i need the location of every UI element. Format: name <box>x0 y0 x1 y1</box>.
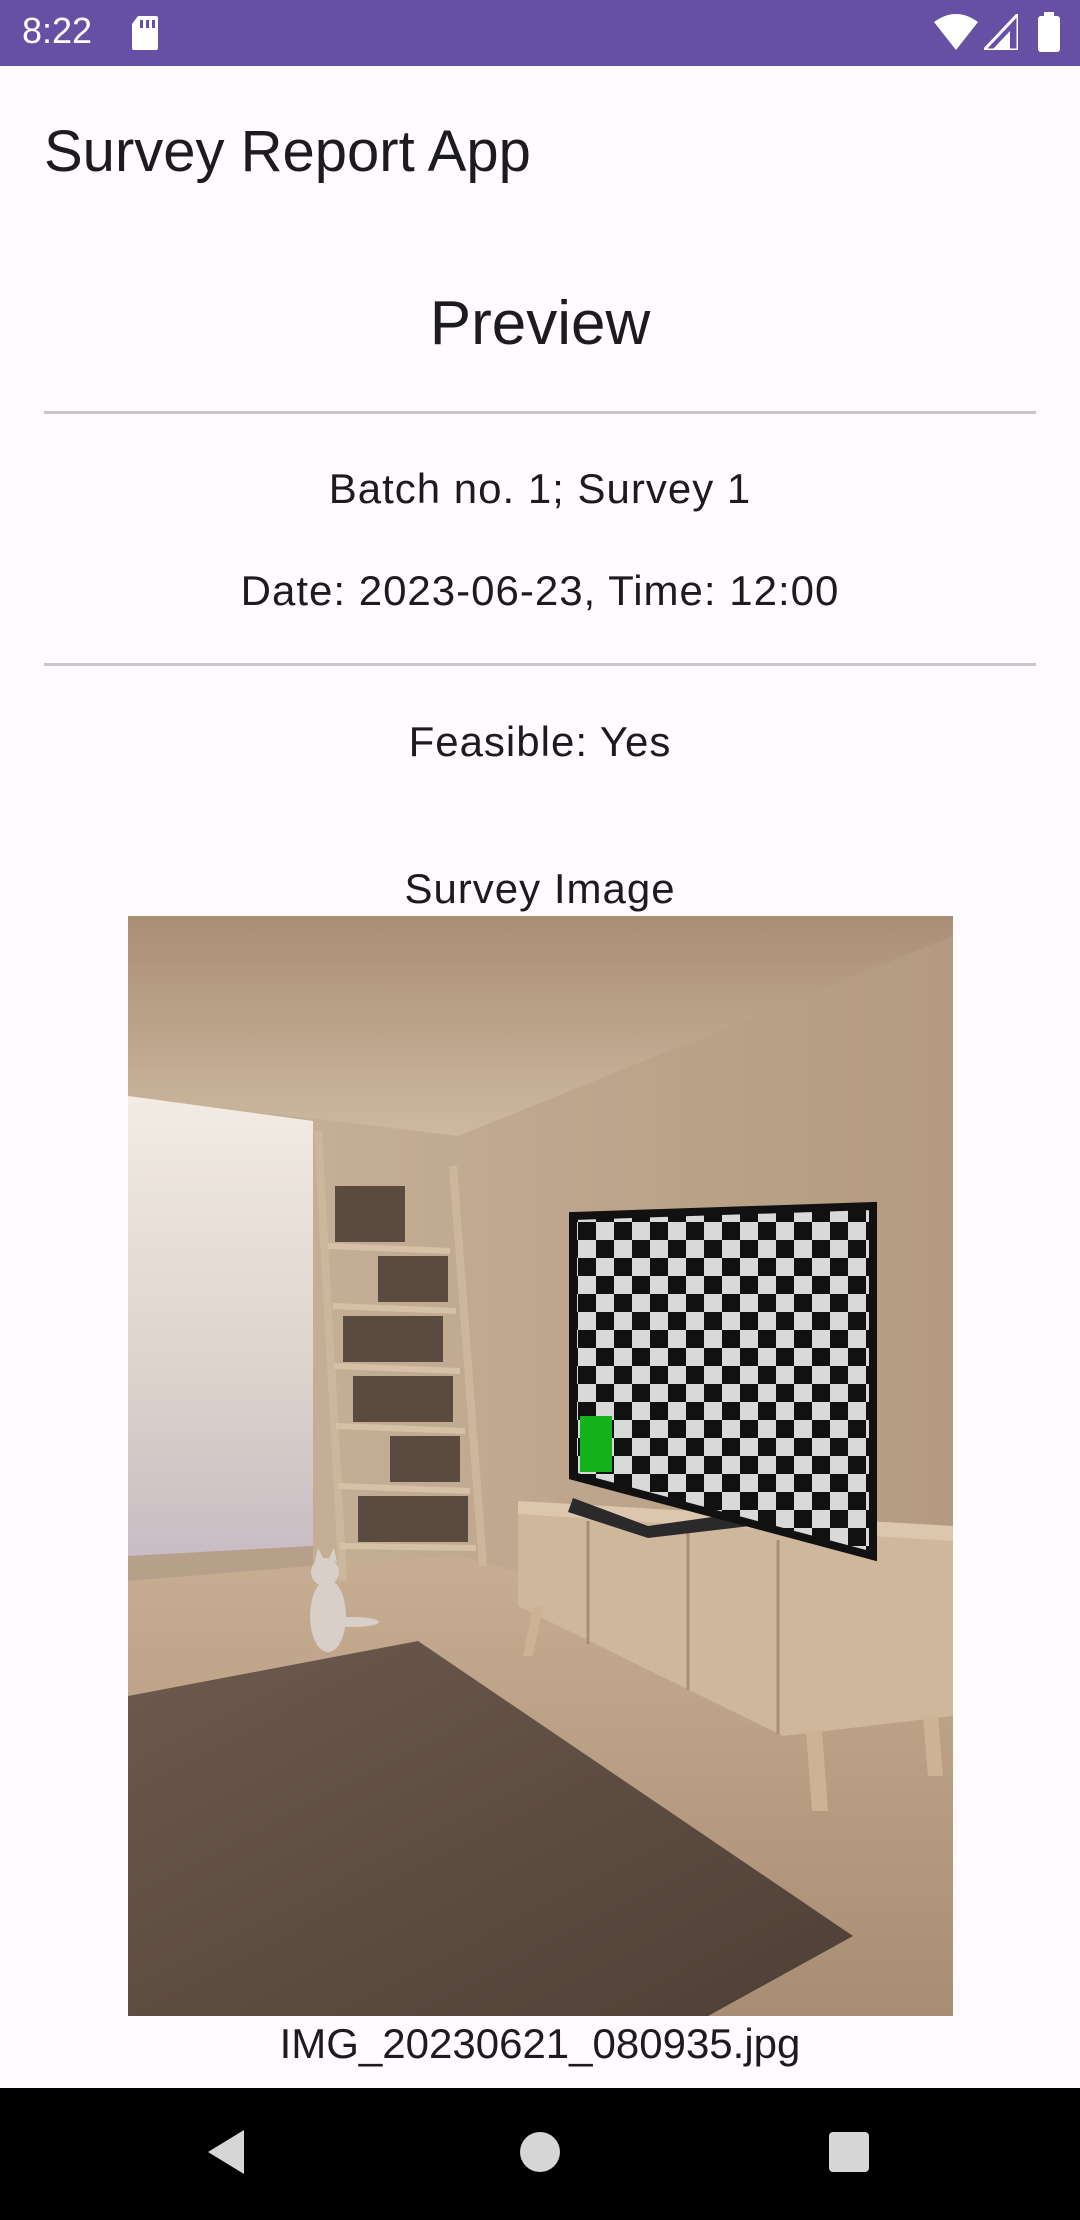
home-icon[interactable] <box>518 2130 562 2174</box>
survey-room-photo <box>128 916 953 2016</box>
sd-card-icon <box>132 16 158 50</box>
navigation-bar <box>0 2088 1080 2220</box>
back-icon[interactable] <box>204 2128 248 2176</box>
app-title: Survey Report App <box>44 119 531 184</box>
battery-icon <box>1038 12 1060 52</box>
image-file-name: IMG_20230621_080935.jpg <box>279 2020 801 2067</box>
survey-image-label: Survey Image <box>404 865 676 912</box>
status-time: 8:22 <box>22 10 93 51</box>
survey-image <box>128 916 953 2016</box>
date-time-text: Date: 2023-06-23, Time: 12:00 <box>240 567 840 614</box>
wifi-icon <box>934 14 978 50</box>
batch-survey-text: Batch no. 1; Survey 1 <box>328 465 752 512</box>
divider-top <box>44 411 1036 414</box>
divider-middle <box>44 663 1036 666</box>
page-title: Preview <box>429 289 651 358</box>
status-bar: 8:22 <box>0 0 1080 66</box>
signal-icon <box>984 14 1018 50</box>
feasible-text: Feasible: Yes <box>408 718 672 765</box>
recents-icon[interactable] <box>828 2131 870 2173</box>
